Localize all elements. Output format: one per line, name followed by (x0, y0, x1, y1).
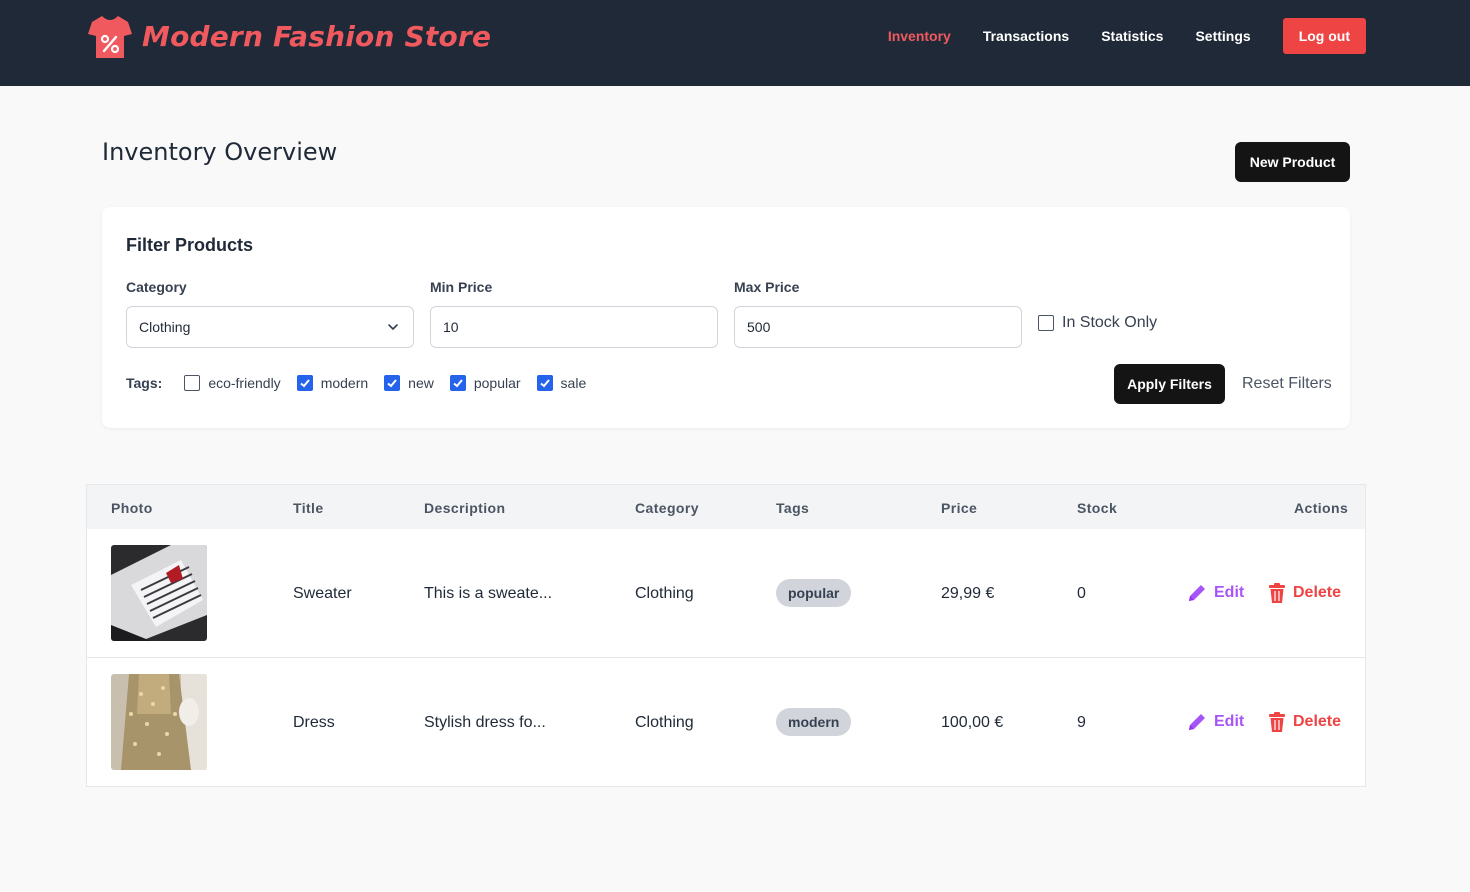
pencil-icon (1189, 714, 1205, 730)
in-stock-only-toggle[interactable]: In Stock Only (1038, 314, 1157, 332)
delete-label: Delete (1293, 713, 1342, 730)
category-select[interactable]: Clothing (126, 306, 414, 348)
tag-option-popular[interactable]: popular (449, 375, 521, 391)
product-title: Sweater (293, 585, 352, 602)
header-tags: Tags (776, 500, 810, 516)
products-table: Photo Title Description Category Tags Pr… (86, 484, 1366, 787)
tag-checkbox[interactable] (296, 375, 313, 391)
check-icon (539, 379, 550, 388)
product-title: Dress (293, 714, 335, 731)
header-description: Description (424, 500, 506, 516)
filter-panel: Filter Products Category Clothing Min Pr… (102, 207, 1350, 428)
check-icon (300, 379, 310, 388)
product-category: Clothing (635, 714, 694, 731)
min-price-label: Min Price (430, 279, 493, 295)
header-stock: Stock (1077, 500, 1118, 516)
nav-transactions[interactable]: Transactions (983, 28, 1069, 44)
tag-checkbox[interactable] (536, 375, 553, 391)
trash-icon (1269, 712, 1285, 732)
check-icon (387, 379, 397, 388)
table-header: Photo Title Description Category Tags Pr… (87, 485, 1365, 529)
product-stock: 0 (1077, 585, 1086, 602)
apply-filters-button[interactable]: Apply Filters (1114, 364, 1225, 404)
page-title: Inventory Overview (102, 138, 338, 166)
product-photo-sweater (111, 545, 207, 641)
nav-inventory[interactable]: Inventory (888, 28, 951, 44)
tag-checkbox[interactable] (449, 375, 466, 391)
edit-button[interactable]: Edit (1186, 582, 1244, 604)
nav-statistics[interactable]: Statistics (1101, 28, 1163, 44)
product-category: Clothing (635, 585, 694, 602)
tag-option-new[interactable]: new (384, 375, 434, 391)
tags-filter: Tags: eco-friendly modern new popular sa… (126, 375, 602, 391)
tag-option-label: eco-friendly (208, 375, 281, 391)
header-category: Category (635, 500, 699, 516)
header-title: Title (293, 500, 324, 516)
edit-label: Edit (1214, 713, 1245, 730)
shirt-percent-icon (88, 16, 132, 58)
header-photo: Photo (111, 500, 153, 516)
delete-button[interactable]: Delete (1267, 711, 1341, 733)
tag-option-label: new (408, 375, 434, 391)
delete-label: Delete (1293, 584, 1342, 601)
top-navbar: Modern Fashion Store Inventory Transacti… (0, 0, 1470, 86)
max-price-label: Max Price (734, 279, 800, 295)
edit-label: Edit (1214, 584, 1245, 601)
edit-button[interactable]: Edit (1186, 711, 1244, 733)
tag-badge: popular (776, 579, 852, 607)
logout-button[interactable]: Log out (1282, 18, 1366, 54)
tag-option-eco-friendly[interactable]: eco-friendly (184, 375, 281, 391)
in-stock-label: In Stock Only (1062, 314, 1158, 331)
chevron-down-icon (388, 324, 398, 330)
tag-badge: modern (776, 708, 852, 736)
min-price-input[interactable]: 10 (430, 306, 718, 348)
category-label: Category (126, 279, 187, 295)
trash-icon (1269, 583, 1285, 603)
tag-checkbox[interactable] (184, 375, 201, 391)
product-price: 100,00 € (941, 714, 1004, 731)
check-icon (453, 379, 463, 388)
header-price: Price (941, 500, 978, 516)
header-actions: Actions (1294, 500, 1349, 516)
reset-filters-button[interactable]: Reset Filters (1242, 375, 1332, 393)
pencil-icon (1189, 585, 1205, 601)
in-stock-checkbox[interactable] (1038, 315, 1054, 331)
delete-button[interactable]: Delete (1267, 582, 1341, 604)
min-price-value: 10 (443, 319, 459, 335)
brand-name: Modern Fashion Store (142, 19, 492, 53)
product-description: Stylish dress fo... (424, 714, 546, 731)
tag-option-label: modern (320, 375, 369, 391)
product-price: 29,99 € (941, 585, 995, 602)
max-price-input[interactable]: 500 (734, 306, 1022, 348)
tag-option-label: sale (560, 375, 587, 391)
tag-option-label: popular (473, 375, 521, 391)
tag-option-sale[interactable]: sale (536, 375, 587, 391)
category-select-value: Clothing (139, 319, 191, 335)
product-description: This is a sweate... (424, 585, 553, 602)
product-photo-dress (111, 674, 207, 770)
max-price-value: 500 (747, 319, 771, 335)
tag-option-modern[interactable]: modern (296, 375, 369, 391)
table-row: Dress Stylish dress fo... Clothing moder… (87, 658, 1365, 787)
filter-title: Filter Products (126, 235, 254, 255)
nav-settings[interactable]: Settings (1195, 28, 1250, 44)
new-product-button[interactable]: New Product (1235, 142, 1350, 182)
brand-logo[interactable]: Modern Fashion Store (86, 12, 491, 60)
main-nav: Inventory Transactions Statistics Settin… (856, 18, 1366, 54)
product-stock: 9 (1077, 714, 1086, 731)
table-row: Sweater This is a sweate... Clothing pop… (87, 529, 1365, 658)
tags-label: Tags: (126, 375, 163, 391)
tag-checkbox[interactable] (384, 375, 401, 391)
